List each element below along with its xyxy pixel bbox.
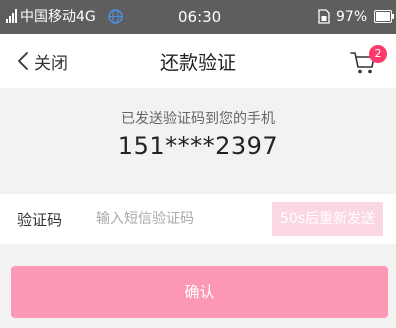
signal-icon xyxy=(6,9,17,23)
sms-sent-message: 已发送验证码到您的手机 xyxy=(121,111,275,127)
battery-percent: 97% xyxy=(336,9,368,25)
resend-code-button[interactable]: 50s后重新发送 xyxy=(272,202,383,236)
globe-icon xyxy=(108,9,123,24)
sim-icon xyxy=(318,9,330,24)
verification-code-row: 验证码 50s后重新发送 xyxy=(0,194,396,244)
nav-bar: 关闭 还款验证 xyxy=(0,34,396,88)
phone-number: 151****2397 xyxy=(117,132,279,160)
confirm-button[interactable]: 确认 xyxy=(11,266,388,318)
clock: 06:30 xyxy=(178,8,222,26)
carrier-name: 中国移动4G xyxy=(20,9,96,25)
status-bar: 中国移动4G 06:30 97% xyxy=(0,0,396,34)
code-label: 验证码 xyxy=(17,211,63,229)
battery-icon xyxy=(374,10,394,23)
cart-badge: 2 xyxy=(369,45,387,63)
page-title: 还款验证 xyxy=(159,52,236,74)
verification-code-input[interactable] xyxy=(96,202,266,236)
